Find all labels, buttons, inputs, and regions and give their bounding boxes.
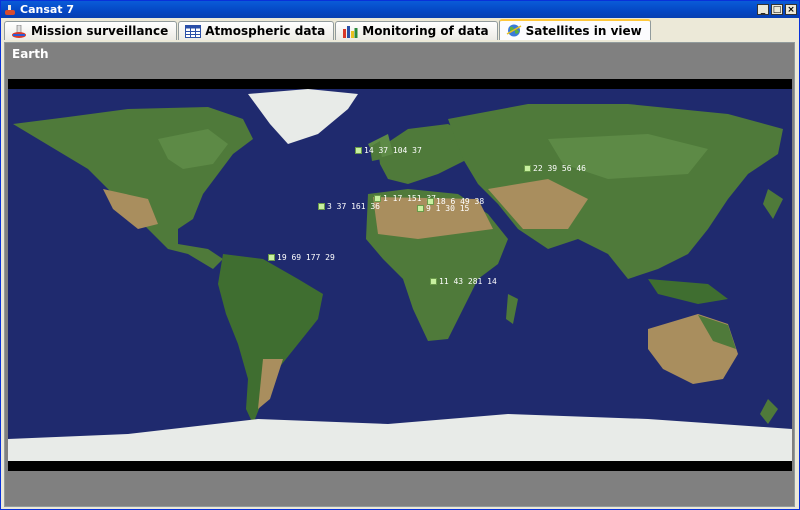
satellite-label: 19 69 177 29 [277,253,335,262]
satellite-icon [430,278,437,285]
satellite-label: 11 43 281 14 [439,277,497,286]
tab-bar: Mission surveillance Atmospheric data Mo… [1,18,799,40]
tab-label: Monitoring of data [362,24,489,38]
satellite-marker[interactable]: 14 37 104 37 [355,146,422,155]
tab-atmospheric-data[interactable]: Atmospheric data [178,21,335,40]
tab-mission-surveillance[interactable]: Mission surveillance [4,21,178,40]
close-button[interactable]: × [785,4,797,15]
minimize-button[interactable]: _ [757,4,769,15]
satellite-icon [374,195,381,202]
tab-satellites-in-view[interactable]: Satellites in view [498,19,651,40]
satellite-label: 14 37 104 37 [364,146,422,155]
panel-title: Earth [12,47,49,61]
satellite-icon [417,205,424,212]
satellite-label: 9 1 30 15 [426,204,470,213]
satellite-marker[interactable]: 22 39 56 46 [524,164,586,173]
globe-icon [506,24,522,37]
tab-label: Mission surveillance [31,24,169,38]
rocket-icon [11,24,27,38]
satellite-marker[interactable]: 19 69 177 29 [268,253,335,262]
satellite-marker[interactable]: 11 43 281 14 [430,277,497,286]
world-map: 14 37 104 37 22 39 56 46 1 17 151 37 18 … [8,79,792,471]
satellite-label: 3 37 161 36 [327,202,380,211]
rocket-icon [4,4,16,16]
app-window: Cansat 7 _ □ × Mission surveillance Atmo… [0,0,800,510]
tab-label: Atmospheric data [205,24,326,38]
satellite-icon [524,165,531,172]
window-title: Cansat 7 [20,3,75,16]
satellite-icon [318,203,325,210]
satellite-icon [355,147,362,154]
bar-chart-icon [342,25,358,38]
satellite-marker[interactable]: 9 1 30 15 [417,204,469,213]
satellite-label: 22 39 56 46 [533,164,586,173]
tab-monitoring-of-data[interactable]: Monitoring of data [335,21,498,40]
satellites-panel: Earth 14 37 104 37 22 39 56 46 1 17 151 … [4,42,795,507]
satellite-marker[interactable]: 3 37 161 36 [318,202,380,211]
world-map-image [8,79,792,471]
satellite-icon [268,254,275,261]
title-bar: Cansat 7 _ □ × [1,1,799,18]
table-icon [185,24,202,38]
maximize-button[interactable]: □ [771,4,783,15]
tab-label: Satellites in view [525,23,642,38]
